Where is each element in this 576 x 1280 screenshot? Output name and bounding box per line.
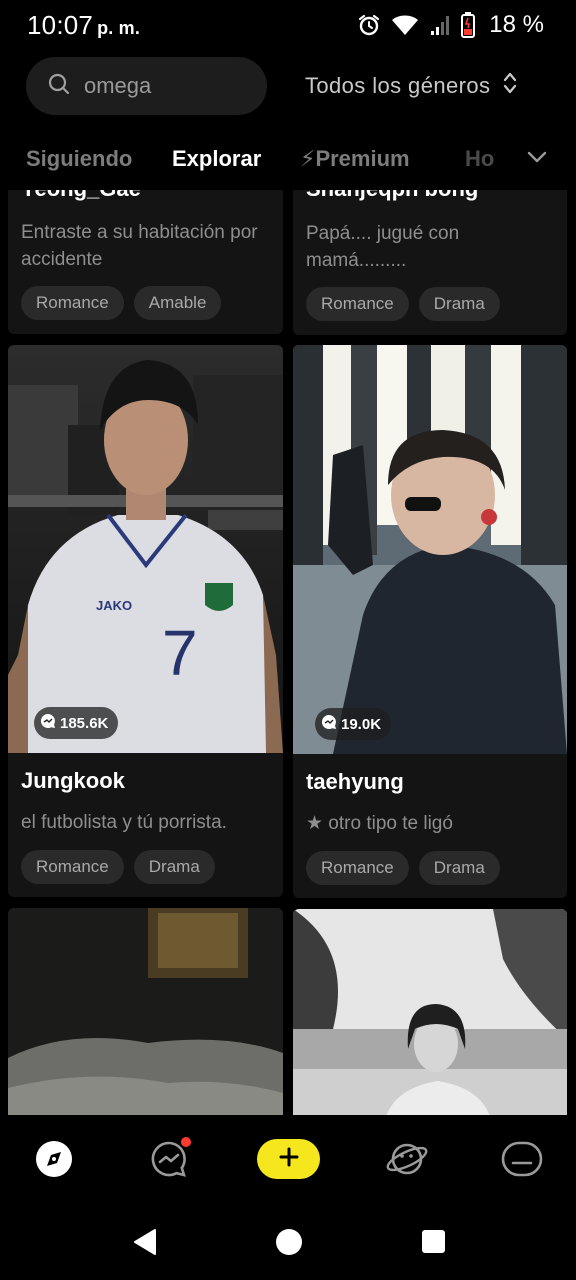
character-card[interactable]: Yeong_Gae Entraste a su habitación por a… — [8, 190, 283, 334]
wifi-icon — [391, 13, 419, 37]
tag[interactable]: Romance — [306, 851, 409, 885]
chevron-down-icon[interactable] — [526, 150, 548, 169]
card-description: Papá.... jugué con mamá......... — [306, 223, 460, 271]
character-card[interactable] — [293, 909, 567, 1115]
card-title: taehyung — [306, 769, 404, 794]
status-icons: 18 % — [357, 11, 544, 39]
search-icon — [48, 73, 70, 100]
nav-planet[interactable] — [383, 1137, 431, 1185]
nav-explore[interactable] — [30, 1137, 78, 1185]
nav-chats[interactable] — [145, 1136, 193, 1185]
tab-premium[interactable]: ⚡Premium — [300, 146, 410, 172]
bottom-navigation — [0, 1115, 576, 1205]
chat-icon — [149, 1136, 191, 1184]
character-card[interactable]: Shanjeqph bong Papá.... jugué con mamá..… — [293, 190, 567, 335]
card-title: Jungkook — [21, 768, 125, 793]
alarm-icon — [357, 13, 381, 37]
home-icon[interactable] — [274, 1227, 304, 1262]
create-button[interactable] — [257, 1139, 320, 1179]
chat-count-badge: 19.0K — [315, 708, 392, 740]
battery-percent: 18 % — [489, 11, 544, 38]
tag-row: Romance Drama — [21, 850, 215, 884]
status-bar: 10:07 p. m. 18 % — [0, 0, 576, 52]
card-description: el futbolista y tú porrista. — [21, 812, 227, 833]
nav-profile[interactable] — [498, 1137, 546, 1185]
character-card[interactable]: 19.0K taehyung ★ otro tipo te ligó Roman… — [293, 345, 567, 898]
clock-time: 10:07 — [27, 10, 94, 40]
tag[interactable]: Drama — [133, 850, 215, 884]
card-title: Shanjeqph bong — [306, 190, 478, 202]
notification-dot — [181, 1136, 191, 1147]
explore-icon — [34, 1139, 74, 1184]
plus-icon — [279, 1147, 299, 1172]
tab-hot[interactable]: Hot — [465, 146, 495, 172]
tab-explorar[interactable]: Explorar — [172, 146, 261, 172]
sort-chevrons-icon — [502, 70, 518, 102]
signal-icon — [429, 13, 451, 37]
character-card[interactable] — [8, 908, 283, 1115]
character-photo: JAKO 7 185.6K — [8, 345, 283, 753]
character-feed: Yeong_Gae Entraste a su habitación por a… — [0, 190, 576, 1115]
chat-count: 185.6K — [60, 714, 109, 732]
recents-icon[interactable] — [421, 1227, 447, 1262]
tag-row: Romance Amable — [21, 286, 222, 320]
message-bubble-icon — [40, 713, 56, 733]
card-title: Yeong_Gae — [21, 190, 141, 202]
planet-icon — [385, 1139, 429, 1184]
tag[interactable]: Romance — [21, 850, 124, 884]
svg-text:7: 7 — [162, 617, 198, 689]
tag[interactable]: Drama — [418, 287, 500, 321]
profile-icon — [500, 1139, 544, 1184]
system-navigation-bar — [0, 1205, 576, 1280]
tag[interactable]: Romance — [21, 286, 124, 320]
tag[interactable]: Amable — [133, 286, 222, 320]
tab-siguiendo[interactable]: Siguiendo — [26, 146, 132, 172]
tag-row: Romance Drama — [306, 851, 500, 885]
tag[interactable]: Romance — [306, 287, 409, 321]
character-photo — [293, 909, 567, 1115]
tab-bar: Siguiendo Explorar ⚡Premium Hot — [0, 142, 576, 178]
chat-count-badge: 185.6K — [34, 707, 119, 739]
character-card[interactable]: JAKO 7 185.6K Jungkook el futbolista y t… — [8, 345, 283, 897]
character-photo: 19.0K — [293, 345, 567, 754]
character-photo — [8, 908, 283, 1115]
tag-row: Romance Drama — [306, 287, 500, 321]
clock-ampm: p. m. — [97, 18, 141, 38]
message-bubble-icon — [321, 714, 337, 734]
genre-filter-select[interactable]: Todos los géneros — [305, 70, 518, 102]
genre-filter-label: Todos los géneros — [305, 73, 491, 98]
search-input[interactable] — [84, 73, 234, 99]
status-time: 10:07 p. m. — [27, 10, 140, 41]
chat-count: 19.0K — [341, 715, 382, 733]
svg-text:JAKO: JAKO — [96, 598, 132, 613]
card-description: ★ otro tipo te ligó — [306, 813, 453, 834]
battery-icon — [461, 12, 476, 38]
back-icon[interactable] — [130, 1227, 160, 1262]
tag[interactable]: Drama — [418, 851, 500, 885]
search-box[interactable] — [26, 57, 267, 115]
card-description: Entraste a su habitación por accidente — [21, 222, 258, 270]
